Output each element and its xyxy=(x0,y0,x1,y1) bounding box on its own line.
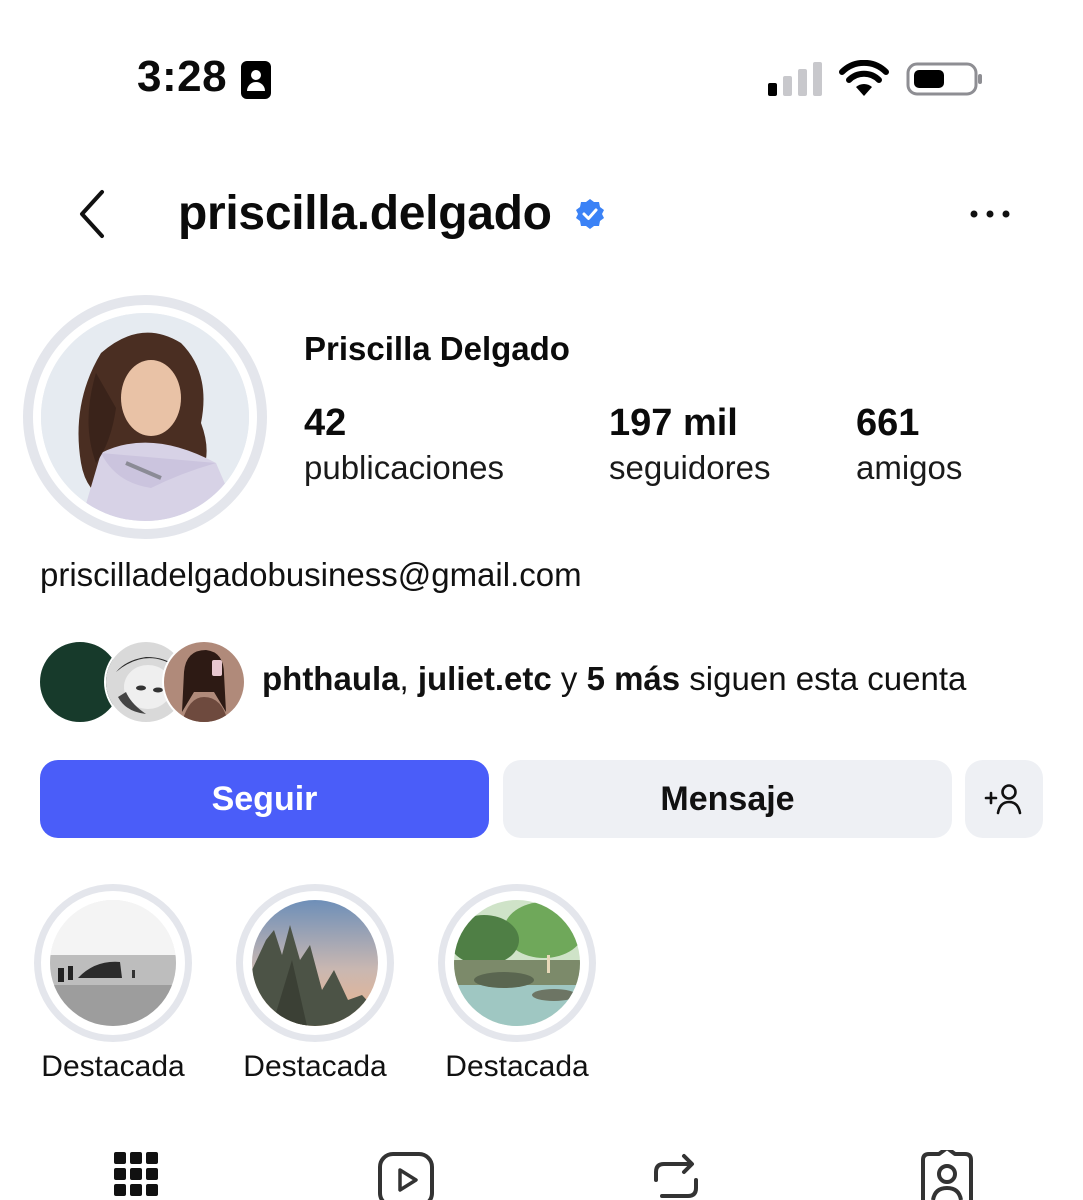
verified-badge-icon xyxy=(576,199,604,229)
tab-reels[interactable] xyxy=(376,1150,436,1200)
message-button[interactable]: Mensaje xyxy=(503,760,952,838)
reposts-icon xyxy=(654,1154,698,1198)
bio-email-link[interactable]: priscilladelgadobusiness@gmail.com xyxy=(40,556,582,594)
story-highlight[interactable] xyxy=(34,884,192,1042)
friends-count[interactable]: 661 xyxy=(856,402,919,445)
followed-by-text[interactable]: phthaula, juliet.etc y 5 más siguen esta… xyxy=(262,660,966,698)
highlight-label: Destacada xyxy=(41,1050,185,1083)
followers-label[interactable]: seguidores xyxy=(609,449,770,487)
highlight-label: Destacada xyxy=(243,1050,387,1083)
tab-tagged[interactable] xyxy=(917,1150,977,1200)
suggest-user-button[interactable] xyxy=(965,760,1043,838)
tab-reposts[interactable] xyxy=(646,1150,706,1200)
reels-icon xyxy=(378,1152,434,1200)
story-highlight[interactable] xyxy=(438,884,596,1042)
highlight-label: Destacada xyxy=(445,1050,589,1083)
tagged-icon xyxy=(921,1150,973,1200)
status-time: 3:28 xyxy=(137,52,228,101)
cellular-signal-icon xyxy=(768,62,822,96)
battery-icon xyxy=(906,62,982,96)
follow-button[interactable]: Seguir xyxy=(40,760,489,838)
profile-username: priscilla.delgado xyxy=(178,187,552,240)
followers-count[interactable]: 197 mil xyxy=(609,402,738,445)
friends-label[interactable]: amigos xyxy=(856,449,962,487)
add-person-icon xyxy=(984,784,1022,815)
more-options-icon[interactable] xyxy=(968,202,1012,226)
profile-full-name: Priscilla Delgado xyxy=(304,330,570,367)
wifi-icon xyxy=(839,60,889,96)
grid-icon xyxy=(114,1152,158,1196)
profile-avatar[interactable] xyxy=(23,295,267,539)
posts-count[interactable]: 42 xyxy=(304,402,346,445)
back-chevron-icon[interactable] xyxy=(72,186,120,242)
posts-label[interactable]: publicaciones xyxy=(304,449,504,487)
tab-posts-grid[interactable] xyxy=(106,1150,166,1200)
follower-avatar[interactable] xyxy=(162,640,246,724)
story-highlight[interactable] xyxy=(236,884,394,1042)
contact-card-icon xyxy=(241,61,271,99)
